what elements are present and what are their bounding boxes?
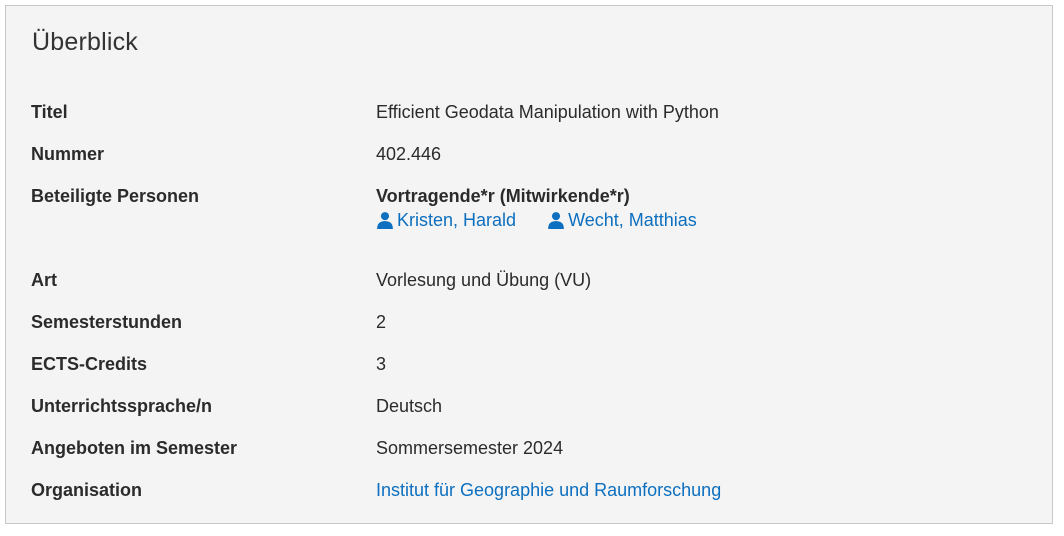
overview-panel: Überblick Titel Efficient Geodata Manipu… bbox=[5, 5, 1053, 524]
label-art: Art bbox=[31, 270, 57, 290]
value-unterrichtssprache: Deutsch bbox=[376, 396, 443, 416]
label-nummer: Nummer bbox=[31, 144, 105, 164]
user-icon bbox=[548, 212, 564, 229]
panel-title: Überblick bbox=[32, 28, 138, 56]
value-semesterstunden: 2 bbox=[376, 312, 387, 332]
label-organisation: Organisation bbox=[31, 480, 143, 500]
label-unterrichtssprache: Unterrichtssprache/n bbox=[31, 396, 213, 416]
label-beteiligte-personen: Beteiligte Personen bbox=[31, 186, 200, 206]
label-angeboten-im-semester: Angeboten im Semester bbox=[31, 438, 238, 458]
value-art: Vorlesung und Übung (VU) bbox=[376, 270, 592, 290]
person-list: Kristen, Harald Wecht, Matthias bbox=[376, 209, 723, 234]
value-beteiligte-personen: Vortragende*r (Mitwirkende*r) Kristen, H… bbox=[376, 185, 723, 234]
value-ects-credits: 3 bbox=[376, 354, 387, 374]
person-link-kristen[interactable]: Kristen, Harald bbox=[376, 209, 516, 231]
value-angeboten-im-semester: Sommersemester 2024 bbox=[376, 438, 564, 458]
value-titel: Efficient Geodata Manipulation with Pyth… bbox=[376, 102, 719, 122]
person-name: Kristen, Harald bbox=[397, 210, 517, 230]
label-ects-credits: ECTS-Credits bbox=[31, 354, 148, 374]
role-label: Vortragende*r (Mitwirkende*r) bbox=[376, 186, 630, 206]
person-link-wecht[interactable]: Wecht, Matthias bbox=[547, 209, 697, 231]
user-icon bbox=[377, 212, 393, 229]
label-semesterstunden: Semesterstunden bbox=[31, 312, 183, 332]
organisation-link[interactable]: Institut für Geographie und Raumforschun… bbox=[376, 479, 721, 501]
person-name: Wecht, Matthias bbox=[568, 210, 697, 230]
label-titel: Titel bbox=[31, 102, 68, 122]
value-nummer: 402.446 bbox=[376, 144, 442, 164]
